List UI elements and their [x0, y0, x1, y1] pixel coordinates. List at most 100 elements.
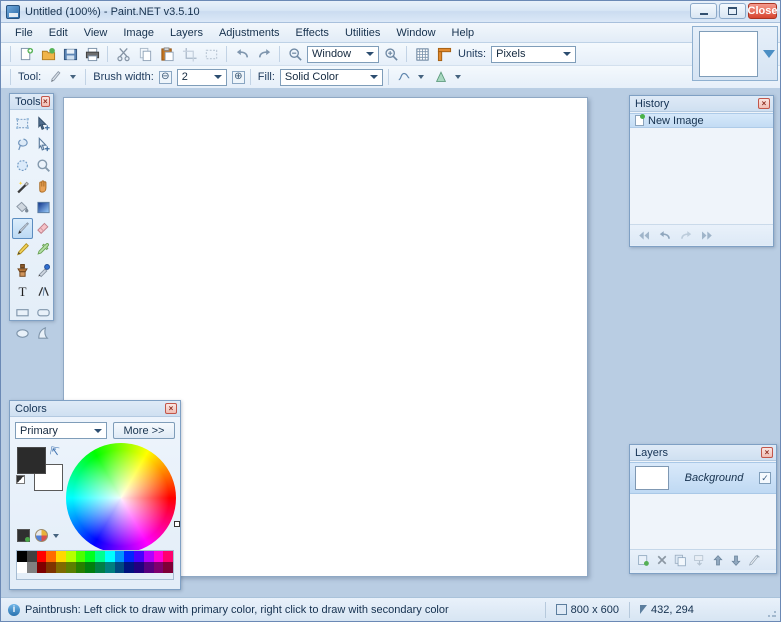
color-target-combo[interactable]: Primary [15, 422, 107, 439]
palette-swatch[interactable] [76, 551, 86, 562]
history-list[interactable]: New Image [630, 112, 773, 225]
close-icon[interactable]: × [165, 403, 177, 414]
palette-swatch[interactable] [144, 551, 154, 562]
redo-icon[interactable] [254, 45, 274, 64]
palette-swatch[interactable] [85, 551, 95, 562]
layer-row[interactable]: Background ✓ [630, 462, 776, 494]
tool-eraser[interactable] [33, 218, 54, 239]
palette-swatch[interactable] [17, 562, 27, 573]
layers-list[interactable]: Background ✓ [630, 461, 776, 549]
palette-swatch[interactable] [37, 562, 47, 573]
menu-view[interactable]: View [76, 25, 116, 41]
tool-freeform-shape[interactable] [33, 323, 54, 344]
palette-swatch[interactable] [76, 562, 86, 573]
forward-all-icon[interactable] [700, 229, 713, 242]
color-palette[interactable] [16, 550, 174, 580]
antialiasing-dropdown-chevron-icon[interactable] [455, 75, 461, 79]
brush-width-decrement-button[interactable]: ⊖ [159, 71, 172, 84]
palette-swatch[interactable] [144, 562, 154, 573]
tool-lasso-select[interactable] [12, 134, 33, 155]
delete-layer-icon[interactable] [656, 554, 668, 566]
blending-mode-icon[interactable] [394, 68, 414, 87]
palette-swatch[interactable] [37, 551, 47, 562]
palette-swatch[interactable] [115, 562, 125, 573]
tool-ellipse[interactable] [12, 323, 33, 344]
tool-move-selected[interactable] [33, 113, 54, 134]
tool-ellipse-select[interactable] [12, 155, 33, 176]
move-layer-up-icon[interactable] [712, 554, 724, 567]
tool-text[interactable]: T [12, 281, 33, 302]
palette-swatch[interactable] [124, 562, 134, 573]
paste-icon[interactable] [157, 45, 177, 64]
tool-move-selection[interactable] [33, 134, 54, 155]
palette-swatch[interactable] [27, 551, 37, 562]
save-icon[interactable] [60, 45, 80, 64]
zoom-out-icon[interactable] [285, 45, 305, 64]
undo-icon[interactable] [232, 45, 252, 64]
crop-to-selection-icon[interactable] [179, 45, 199, 64]
merge-layer-down-icon[interactable] [693, 554, 706, 567]
move-layer-down-icon[interactable] [730, 554, 742, 567]
tool-color-picker[interactable] [33, 239, 54, 260]
palette-presets-icon[interactable] [35, 529, 48, 542]
palette-swatch[interactable] [17, 551, 27, 562]
palette-swatch[interactable] [105, 562, 115, 573]
print-icon[interactable] [82, 45, 102, 64]
image-thumbnail[interactable] [699, 31, 758, 77]
tool-paintbrush[interactable] [12, 218, 33, 239]
zoom-level-combo[interactable]: Window [307, 46, 379, 63]
rewind-all-icon[interactable] [638, 229, 651, 242]
brush-width-increment-button[interactable]: ⊕ [232, 71, 245, 84]
units-combo[interactable]: Pixels [491, 46, 576, 63]
zoom-in-icon[interactable] [381, 45, 401, 64]
layer-properties-icon[interactable] [748, 554, 761, 567]
minimize-button[interactable] [690, 3, 717, 19]
palette-swatch[interactable] [95, 551, 105, 562]
more-colors-button[interactable]: More >> [113, 422, 175, 439]
palette-swatch[interactable] [95, 562, 105, 573]
tool-magic-wand[interactable] [12, 176, 33, 197]
reset-colors-icon[interactable] [16, 475, 25, 484]
colors-panel-header[interactable]: Colors × [10, 401, 180, 417]
add-color-to-palette-icon[interactable] [17, 529, 30, 542]
new-icon[interactable] [16, 45, 36, 64]
palette-swatch[interactable] [105, 551, 115, 562]
image-thumbnail-dock[interactable] [692, 26, 778, 81]
palette-swatch[interactable] [154, 551, 164, 562]
menu-edit[interactable]: Edit [41, 25, 76, 41]
tool-line-curve[interactable] [33, 281, 54, 302]
tool-rectangle[interactable] [12, 302, 33, 323]
copy-icon[interactable] [135, 45, 155, 64]
paintbrush-icon[interactable] [46, 68, 66, 87]
color-wheel[interactable] [66, 443, 176, 553]
tool-dropdown-chevron-icon[interactable] [70, 75, 76, 79]
tool-paint-bucket[interactable] [12, 197, 33, 218]
primary-color-swatch[interactable] [17, 447, 46, 474]
tool-pan[interactable] [33, 176, 54, 197]
brush-width-combo[interactable]: 2 [177, 69, 227, 86]
tools-panel-header[interactable]: Tools × [10, 94, 53, 110]
blending-dropdown-chevron-icon[interactable] [418, 75, 424, 79]
tool-rounded-rectangle[interactable] [33, 302, 54, 323]
palette-swatch[interactable] [163, 562, 173, 573]
deselect-all-icon[interactable] [201, 45, 221, 64]
menu-window[interactable]: Window [388, 25, 443, 41]
menu-utilities[interactable]: Utilities [337, 25, 388, 41]
palette-swatch[interactable] [85, 562, 95, 573]
palette-swatch[interactable] [124, 551, 134, 562]
antialiasing-icon[interactable] [431, 68, 451, 87]
layers-panel-header[interactable]: Layers × [630, 445, 776, 461]
menu-file[interactable]: File [7, 25, 41, 41]
palette-swatch[interactable] [56, 551, 66, 562]
tool-gradient[interactable] [33, 197, 54, 218]
cut-icon[interactable] [113, 45, 133, 64]
rulers-icon[interactable] [434, 45, 454, 64]
close-icon[interactable]: × [761, 447, 773, 458]
tool-zoom[interactable] [33, 155, 54, 176]
history-panel-header[interactable]: History × [630, 96, 773, 112]
palette-swatch[interactable] [154, 562, 164, 573]
resize-grip[interactable] [767, 608, 777, 618]
palette-swatch[interactable] [27, 562, 37, 573]
palette-swatch[interactable] [134, 551, 144, 562]
chevron-down-icon[interactable] [53, 534, 59, 538]
